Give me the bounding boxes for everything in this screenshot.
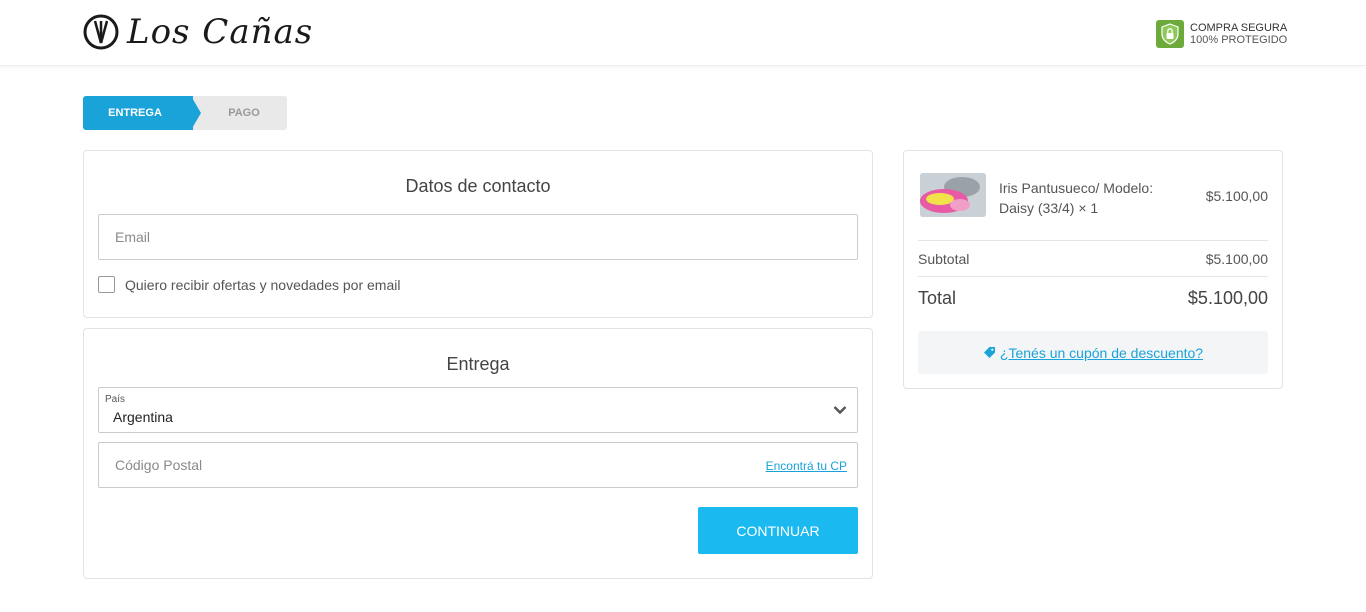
coupon-box[interactable]: ¿Tenés un cupón de descuento? (918, 331, 1268, 374)
step-pago: PAGO (228, 107, 260, 119)
product-price: $5.100,00 (1205, 188, 1268, 204)
divider (918, 240, 1268, 241)
newsletter-row[interactable]: Quiero recibir ofertas y novedades por e… (98, 276, 400, 293)
continue-button[interactable]: CONTINUAR (698, 507, 858, 554)
email-field[interactable]: Email (98, 214, 858, 260)
secure-purchase-badge: COMPRA SEGURA 100% PROTEGIDO (1156, 20, 1287, 48)
chevron-down-icon (833, 406, 847, 415)
coupon-link[interactable]: ¿Tenés un cupón de descuento? (1000, 345, 1203, 361)
logo-text: Los Cañas (127, 12, 314, 52)
secure-text: COMPRA SEGURA 100% PROTEGIDO (1190, 22, 1287, 46)
postal-code-placeholder: Código Postal (115, 457, 203, 473)
header: Los Cañas COMPRA SEGURA 100% PROTEGIDO (0, 0, 1366, 66)
product-name: Iris Pantusueco/ Modelo: Daisy (33/4) × … (999, 180, 1154, 216)
store-logo[interactable]: Los Cañas (83, 12, 313, 52)
secure-line-2: 100% PROTEGIDO (1190, 34, 1288, 46)
order-summary: Iris Pantusueco/ Modelo: Daisy (33/4) × … (903, 150, 1283, 389)
country-select[interactable]: País Argentina (98, 387, 858, 433)
checkout-steps: ENTREGA PAGO (83, 96, 287, 130)
secure-line-1: COMPRA SEGURA (1190, 22, 1288, 34)
subtotal-label: Subtotal (918, 251, 970, 267)
step-entrega[interactable]: ENTREGA (83, 96, 193, 130)
postal-code-field[interactable]: Código Postal Encontrá tu CP (98, 442, 858, 488)
find-cp-link[interactable]: Encontrá tu CP (766, 459, 847, 473)
logo-mark-icon (83, 14, 119, 50)
product-image-icon (920, 173, 986, 217)
country-value: Argentina (113, 409, 173, 425)
divider (918, 276, 1268, 277)
subtotal-value: $5.100,00 (1205, 251, 1268, 267)
email-placeholder: Email (115, 229, 151, 245)
country-label: País (105, 394, 126, 405)
total-label: Total (918, 288, 957, 308)
step-arrow (191, 96, 201, 130)
total-value: $5.100,00 (1187, 288, 1268, 308)
newsletter-label[interactable]: Quiero recibir ofertas y novedades por e… (125, 277, 400, 293)
contact-title: Datos de contacto (405, 176, 551, 196)
product-thumbnail (920, 173, 986, 217)
newsletter-checkbox[interactable] (98, 276, 115, 293)
tag-icon (983, 347, 995, 358)
delivery-title: Entrega (446, 354, 510, 374)
shield-lock-icon (1156, 20, 1184, 48)
delivery-card: Entrega País Argentina Código Postal Enc… (83, 328, 873, 579)
contact-card: Datos de contacto Email Quiero recibir o… (83, 150, 873, 318)
